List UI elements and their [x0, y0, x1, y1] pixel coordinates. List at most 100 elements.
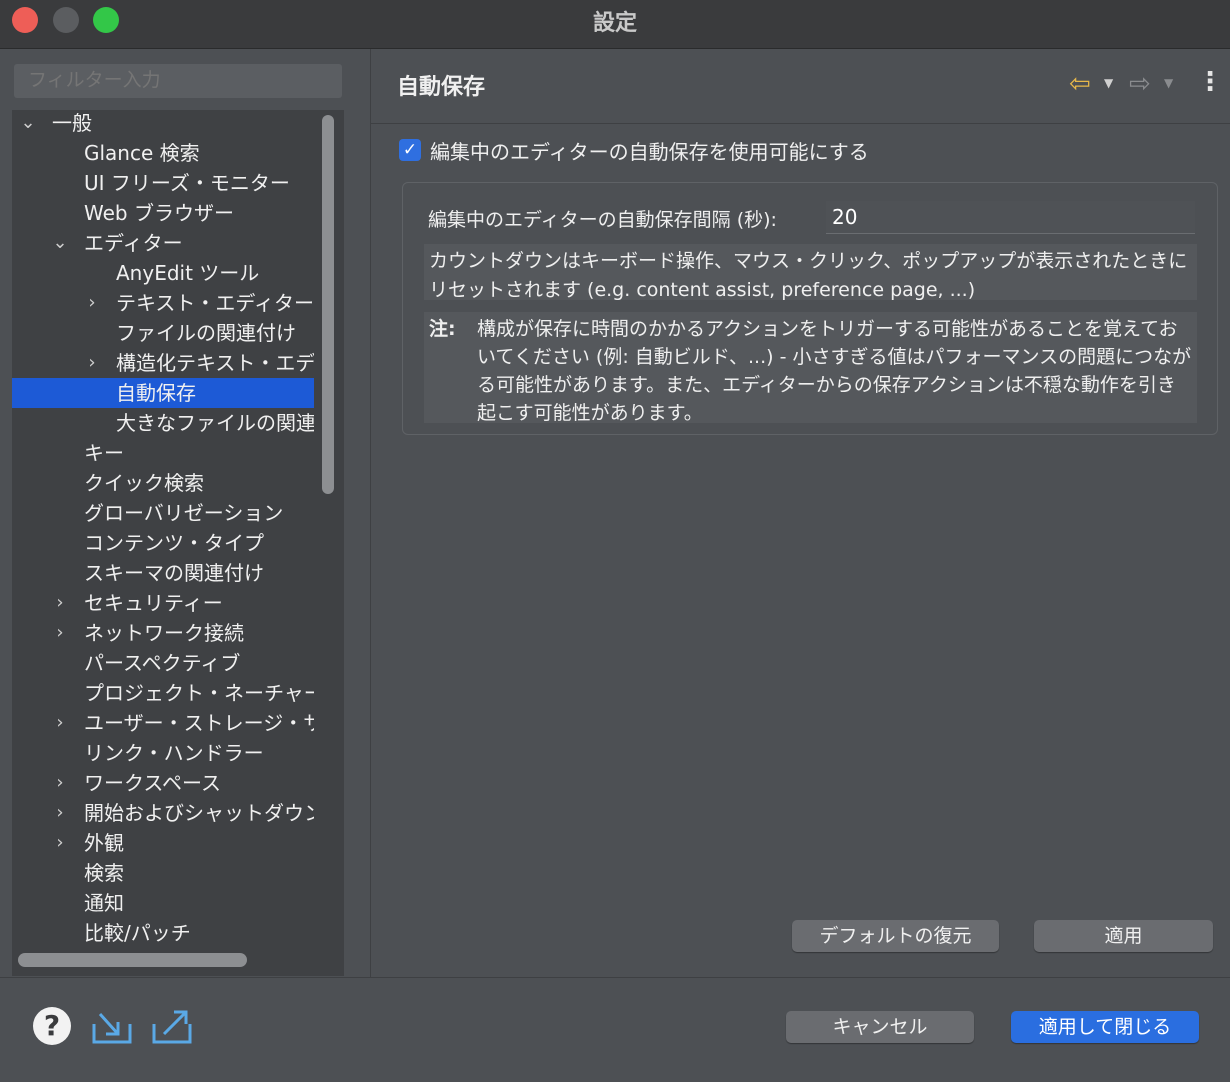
tree-item-label: グローバリゼーション — [84, 501, 284, 525]
tree-item-label: ファイルの関連付け — [116, 321, 296, 345]
chevron-right-icon[interactable]: › — [50, 768, 70, 798]
tree-item-label: Glance 検索 — [84, 141, 200, 165]
tree-item-label: コンテンツ・タイプ — [84, 531, 264, 555]
tree-item-label: UI フリーズ・モニター — [84, 171, 290, 195]
bottom-bar: ? キャンセル 適用して閉じる — [0, 977, 1230, 1082]
info-text: カウントダウンはキーボード操作、マウス・クリック、ポップアップが表示されたときに… — [429, 250, 1188, 301]
title-bar: 設定 — [0, 0, 1230, 49]
tree-item[interactable]: 大きなファイルの関連 — [12, 408, 314, 438]
tree-item-label: 通知 — [84, 891, 124, 915]
tree-item-label: Web ブラウザー — [84, 201, 234, 225]
chevron-down-icon[interactable]: ⌄ — [50, 228, 70, 258]
tree-item-label: セキュリティー — [84, 591, 223, 615]
tree-item-label: 開始およびシャットダウン — [84, 801, 314, 825]
tree-item-label: スキーマの関連付け — [84, 561, 264, 585]
chevron-right-icon[interactable]: › — [82, 348, 102, 378]
tree-item[interactable]: › ネットワーク接続 — [12, 618, 314, 648]
tree-item-label: プロジェクト・ネーチャー — [84, 681, 314, 705]
tree-item-label: ユーザー・ストレージ・サ — [84, 711, 314, 735]
tree-item[interactable]: AnyEdit ツール — [12, 258, 314, 288]
chevron-down-icon[interactable]: ⌄ — [18, 110, 38, 138]
tree-item-label: テキスト・エディター — [116, 291, 314, 315]
tree-horizontal-scrollbar[interactable] — [18, 953, 247, 967]
header-divider — [371, 123, 1230, 124]
tree-item[interactable]: › テキスト・エディター — [12, 288, 314, 318]
tree-item[interactable]: Glance 検索 — [12, 138, 314, 168]
tree-item[interactable]: スキーマの関連付け — [12, 558, 314, 588]
tree-item-label: 検索 — [84, 861, 124, 885]
enable-autosave-label[interactable]: 編集中のエディターの自動保存を使用可能にする — [430, 136, 869, 165]
forward-history-dropdown-icon[interactable]: ▼ — [1164, 76, 1173, 90]
tree-item[interactable]: › 外観 — [12, 828, 314, 858]
tree-item[interactable]: グローバリゼーション — [12, 498, 314, 528]
chevron-right-icon[interactable]: › — [82, 288, 102, 318]
preferences-tree: 比較/パッチ 通知 検索 › 外観 › 開始およびシャットダウン › ワークスペース リンク・ハン… — [12, 110, 344, 976]
tree-item[interactable]: 自動保存 — [12, 378, 314, 408]
tree-item-label: ワークスペース — [84, 771, 221, 795]
tree-item[interactable]: 通知 — [12, 888, 314, 918]
tree-item[interactable]: ⌄ 一般 — [12, 110, 314, 138]
apply-button[interactable]: 適用 — [1034, 920, 1213, 952]
tree-item[interactable]: パースペクティブ — [12, 648, 314, 678]
tree-item-label: リンク・ハンドラー — [84, 741, 264, 765]
left-panel: 比較/パッチ通知 検索 › 外観 › 開始およびシャットダウン › ワークスペース リンク・ハン… — [0, 49, 371, 977]
tree-item[interactable]: › 開始およびシャットダウン — [12, 798, 314, 828]
note-label: 注: — [429, 318, 456, 340]
help-icon[interactable]: ? — [33, 1007, 71, 1045]
back-history-dropdown-icon[interactable]: ▼ — [1104, 76, 1113, 90]
right-panel: 自動保存 ⇦ ▼ ⇨ ▼ ⋮ ✓ 編集中のエディターの自動保存を使用可能にする … — [371, 49, 1230, 977]
tree-item-label: 一般 — [52, 111, 92, 135]
tree-item-label: 大きなファイルの関連 — [116, 411, 314, 435]
tree-item-label: 自動保存 — [116, 381, 196, 405]
tree-item[interactable]: リンク・ハンドラー — [12, 738, 314, 768]
tree-item[interactable]: › ユーザー・ストレージ・サ — [12, 708, 314, 738]
apply-and-close-button[interactable]: 適用して閉じる — [1011, 1011, 1199, 1043]
tree-item-label: ネットワーク接続 — [84, 621, 244, 645]
cancel-button[interactable]: キャンセル — [786, 1011, 974, 1043]
tree-item[interactable]: クイック検索 — [12, 468, 314, 498]
chevron-right-icon[interactable]: › — [50, 618, 70, 648]
forward-arrow-icon[interactable]: ⇨ — [1129, 69, 1151, 99]
export-icon[interactable] — [150, 1006, 194, 1046]
import-icon[interactable] — [90, 1006, 134, 1046]
tree-item-label: AnyEdit ツール — [116, 261, 260, 285]
preferences-window: 設定 比較/パッチ通知 検索 › 外観 › 開始およびシャットダウン › ワークスペース リンク… — [0, 0, 1230, 1082]
restore-defaults-button[interactable]: デフォルトの復元 — [792, 920, 999, 952]
tree-item[interactable]: ⌄ エディター — [12, 228, 314, 258]
info-box: カウントダウンはキーボード操作、マウス・クリック、ポップアップが表示されたときに… — [424, 244, 1197, 301]
enable-autosave-checkbox[interactable]: ✓ — [399, 139, 421, 161]
back-arrow-icon[interactable]: ⇦ — [1069, 69, 1091, 99]
tree-item-label: エディター — [84, 231, 183, 255]
tree-item[interactable]: ファイルの関連付け — [12, 318, 314, 348]
tree-item[interactable]: Web ブラウザー — [12, 198, 314, 228]
tree-item-label: 外観 — [84, 831, 124, 855]
tree-item[interactable]: UI フリーズ・モニター — [12, 168, 314, 198]
tree-item[interactable]: 比較/パッチ — [12, 918, 314, 948]
tree-item[interactable]: 検索 — [12, 858, 314, 888]
autosave-settings-group: 編集中のエディターの自動保存間隔 (秒): 20 カウントダウンはキーボード操作… — [402, 182, 1218, 435]
window-title: 設定 — [592, 11, 637, 36]
tree-item-label: キー — [84, 441, 124, 465]
page-title: 自動保存 — [397, 75, 486, 100]
tree-item[interactable]: コンテンツ・タイプ — [12, 528, 314, 558]
tree-item-label: 比較/パッチ — [84, 921, 191, 945]
tree-item-label: クイック検索 — [84, 471, 204, 495]
interval-input[interactable]: 20 — [826, 201, 1195, 234]
tree-item[interactable]: キー — [12, 438, 314, 468]
tree-item[interactable]: プロジェクト・ネーチャー — [12, 678, 314, 708]
tree-vertical-scrollbar[interactable] — [322, 115, 334, 494]
chevron-right-icon[interactable]: › — [50, 798, 70, 828]
tree-item-label: 構造化テキスト・エディ — [116, 351, 314, 375]
chevron-right-icon[interactable]: › — [50, 588, 70, 618]
interval-label: 編集中のエディターの自動保存間隔 (秒): — [428, 209, 777, 231]
tree-item-label: パースペクティブ — [84, 651, 241, 675]
tree-item[interactable]: › 構造化テキスト・エディ — [12, 348, 314, 378]
tree-item[interactable]: › セキュリティー — [12, 588, 314, 618]
note-box: 注: 構成が保存に時間のかかるアクションをトリガーする可能性があることを覚えてお… — [424, 312, 1197, 424]
filter-input[interactable] — [14, 64, 342, 98]
view-menu-icon[interactable]: ⋮ — [1197, 69, 1223, 95]
note-text: 構成が保存に時間のかかるアクションをトリガーする可能性があることを覚えておいてく… — [477, 318, 1192, 424]
chevron-right-icon[interactable]: › — [50, 828, 70, 858]
tree-item[interactable]: › ワークスペース — [12, 768, 314, 798]
chevron-right-icon[interactable]: › — [50, 708, 70, 738]
